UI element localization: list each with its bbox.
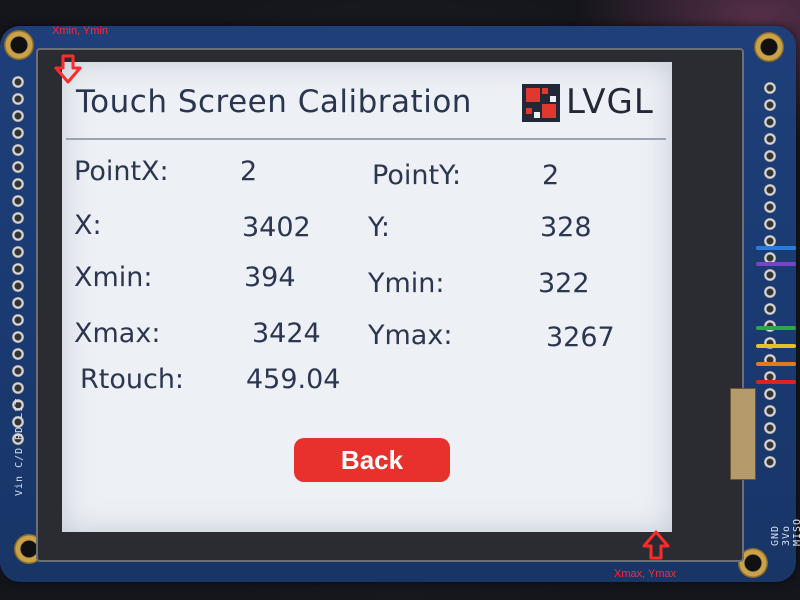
- value-y: 328: [540, 212, 592, 243]
- logo-text: LVGL: [566, 82, 654, 122]
- mounting-hole: [754, 32, 784, 62]
- label-pointy: PointY:: [372, 160, 462, 191]
- header-pins-left: [12, 76, 26, 445]
- label-xmin: Xmin:: [74, 262, 153, 293]
- jumper-wire: [756, 380, 796, 384]
- lvgl-logo: LVGL: [522, 82, 662, 126]
- label-pointx: PointX:: [74, 156, 169, 187]
- label-x: X:: [74, 210, 102, 241]
- value-pointy: 2: [542, 160, 560, 191]
- silkscreen-left: Vin C/D RD LIT: [14, 397, 25, 496]
- label-ymin: Ymin:: [368, 268, 445, 299]
- title-divider: [66, 138, 666, 140]
- value-pointx: 2: [240, 156, 258, 187]
- label-rtouch: Rtouch:: [80, 364, 185, 395]
- value-rtouch: 459.04: [246, 364, 341, 395]
- jumper-wire: [756, 362, 796, 366]
- arrow-down-icon: [54, 54, 82, 84]
- annotation-top-left: Xmin, Ymin: [52, 25, 109, 37]
- jumper-wire: [756, 262, 796, 266]
- mounting-hole: [4, 30, 34, 60]
- value-ymin: 322: [538, 268, 590, 299]
- lvgl-logo-icon: [522, 84, 560, 122]
- annotation-bottom-right: Xmax, Ymax: [614, 568, 677, 580]
- label-xmax: Xmax:: [74, 318, 161, 349]
- label-y: Y:: [368, 212, 391, 243]
- value-ymax: 3267: [546, 322, 615, 353]
- silkscreen-right: GND 3Vo MISO CS RST Y- X+ IM3 IM1 CCS: [770, 517, 800, 546]
- screen-title: Touch Screen Calibration: [76, 84, 472, 120]
- arrow-up-icon: [642, 530, 670, 560]
- value-xmin: 394: [244, 262, 296, 293]
- lcd-screen: Touch Screen Calibration LVGL PointX: 2 …: [62, 62, 672, 532]
- jumper-wire: [756, 246, 796, 250]
- value-xmax: 3424: [252, 318, 321, 349]
- label-ymax: Ymax:: [368, 320, 453, 351]
- jumper-wire: [756, 344, 796, 348]
- header-pins-right: [764, 82, 778, 468]
- jumper-wire: [756, 326, 796, 330]
- back-button[interactable]: Back: [294, 438, 450, 482]
- flex-connector: [730, 388, 756, 480]
- value-x: 3402: [242, 212, 311, 243]
